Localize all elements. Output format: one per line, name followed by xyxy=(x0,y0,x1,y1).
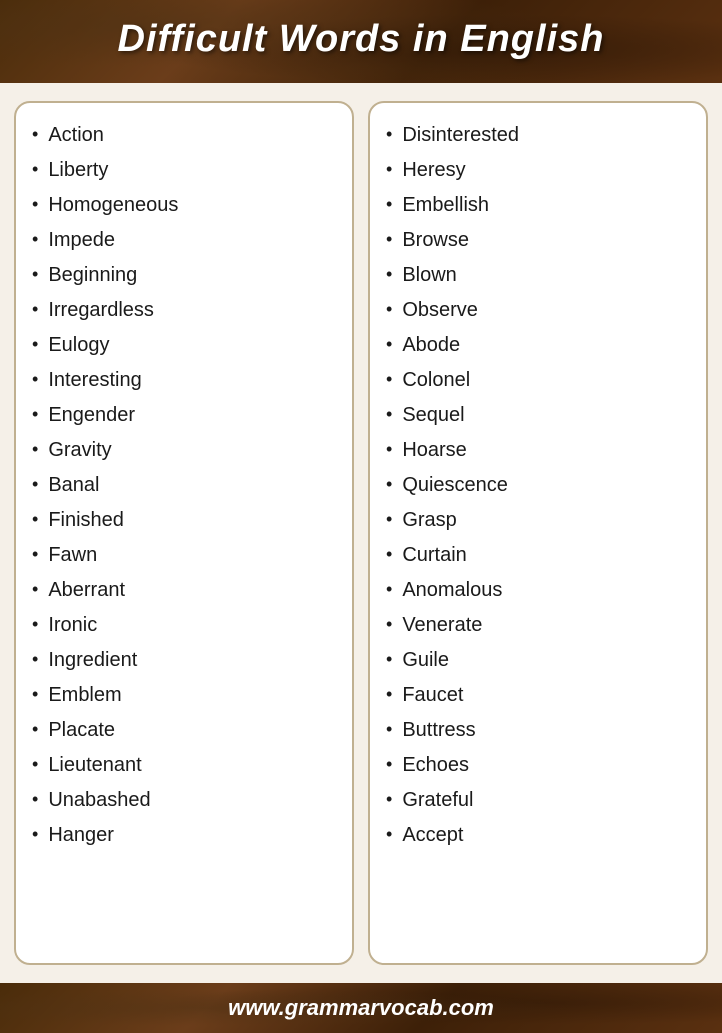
list-item: Disinterested xyxy=(386,117,696,152)
main-content: ActionLibertyHomogeneousImpedeBeginningI… xyxy=(0,83,722,983)
list-item: Anomalous xyxy=(386,572,696,607)
list-item: Sequel xyxy=(386,397,696,432)
list-item: Unabashed xyxy=(32,782,342,817)
list-item: Guile xyxy=(386,642,696,677)
list-item: Fawn xyxy=(32,537,342,572)
list-item: Homogeneous xyxy=(32,187,342,222)
list-item: Placate xyxy=(32,712,342,747)
list-item: Gravity xyxy=(32,432,342,467)
list-item: Observe xyxy=(386,292,696,327)
list-item: Impede xyxy=(32,222,342,257)
list-item: Finished xyxy=(32,502,342,537)
list-item: Accept xyxy=(386,817,696,852)
list-item: Engender xyxy=(32,397,342,432)
list-item: Blown xyxy=(386,257,696,292)
left-word-list: ActionLibertyHomogeneousImpedeBeginningI… xyxy=(14,101,354,965)
footer: www.grammarvocab.com xyxy=(0,983,722,1033)
list-item: Embellish xyxy=(386,187,696,222)
list-item: Beginning xyxy=(32,257,342,292)
list-item: Buttress xyxy=(386,712,696,747)
list-item: Echoes xyxy=(386,747,696,782)
list-item: Ingredient xyxy=(32,642,342,677)
list-item: Irregardless xyxy=(32,292,342,327)
list-item: Faucet xyxy=(386,677,696,712)
list-item: Aberrant xyxy=(32,572,342,607)
page-title: Difficult Words in English xyxy=(20,18,702,61)
list-item: Hoarse xyxy=(386,432,696,467)
list-item: Grasp xyxy=(386,502,696,537)
list-item: Action xyxy=(32,117,342,152)
list-item: Grateful xyxy=(386,782,696,817)
list-item: Quiescence xyxy=(386,467,696,502)
list-item: Liberty xyxy=(32,152,342,187)
list-item: Lieutenant xyxy=(32,747,342,782)
list-item: Heresy xyxy=(386,152,696,187)
list-item: Colonel xyxy=(386,362,696,397)
list-item: Browse xyxy=(386,222,696,257)
footer-url: www.grammarvocab.com xyxy=(228,995,494,1020)
list-item: Venerate xyxy=(386,607,696,642)
header: Difficult Words in English xyxy=(0,0,722,83)
list-item: Hanger xyxy=(32,817,342,852)
right-word-list: DisinterestedHeresyEmbellishBrowseBlownO… xyxy=(368,101,708,965)
list-item: Curtain xyxy=(386,537,696,572)
left-list: ActionLibertyHomogeneousImpedeBeginningI… xyxy=(32,117,342,852)
list-item: Ironic xyxy=(32,607,342,642)
list-item: Abode xyxy=(386,327,696,362)
right-list: DisinterestedHeresyEmbellishBrowseBlownO… xyxy=(386,117,696,852)
list-item: Emblem xyxy=(32,677,342,712)
list-item: Banal xyxy=(32,467,342,502)
list-item: Eulogy xyxy=(32,327,342,362)
list-item: Interesting xyxy=(32,362,342,397)
